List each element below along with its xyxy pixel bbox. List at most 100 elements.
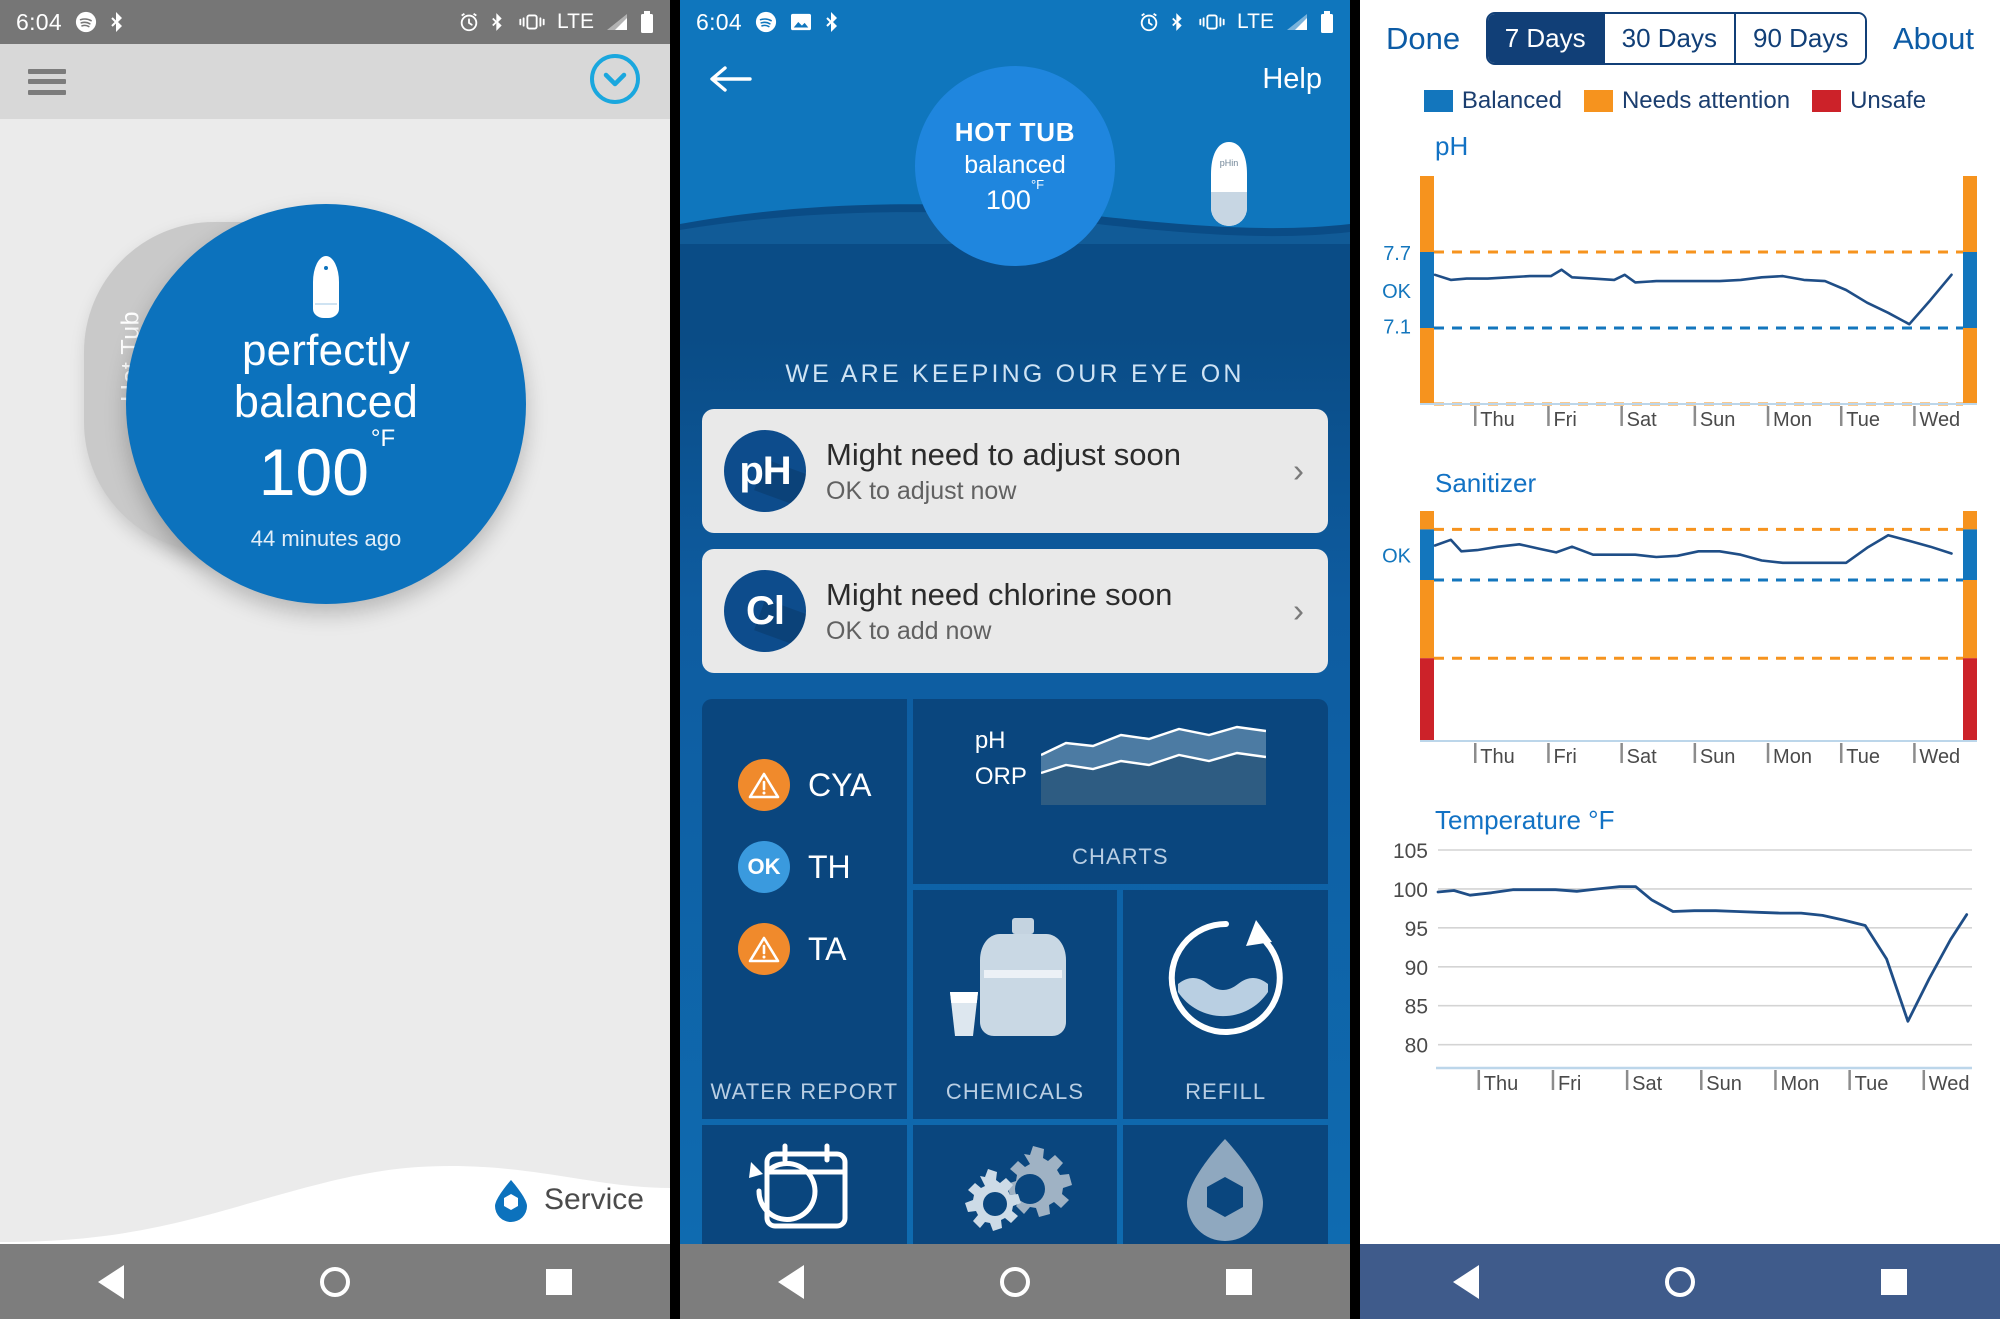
chevron-down-circle-icon[interactable] bbox=[588, 52, 642, 111]
back-triangle-icon[interactable] bbox=[98, 1264, 124, 1299]
status-bar-left: 6:04 bbox=[696, 9, 843, 36]
signal-icon bbox=[605, 12, 629, 32]
tile-grid: CYA OK TH TA WATER REPORT pH ORP CHARTS … bbox=[702, 699, 1328, 1265]
bubble-line-2: balanced bbox=[233, 376, 419, 428]
home-circle-icon[interactable] bbox=[1665, 1266, 1695, 1297]
warning-icon bbox=[738, 923, 790, 975]
status-time: 6:04 bbox=[16, 8, 62, 35]
charts-series-labels: pH ORP bbox=[975, 727, 1027, 791]
status-bar-left: 6:04 bbox=[16, 9, 128, 36]
svg-text:90: 90 bbox=[1405, 957, 1428, 980]
chevron-right-icon[interactable]: › bbox=[1293, 592, 1304, 630]
chart-title-sanitizer: Sanitizer bbox=[1435, 468, 1537, 498]
hamburger-icon[interactable] bbox=[28, 68, 66, 95]
tile-label-chemicals: CHEMICALS bbox=[945, 1079, 1085, 1104]
water-report-rows: CYA OK TH TA bbox=[702, 759, 907, 975]
hero-status-bubble[interactable]: HOT TUB balanced 100°F bbox=[915, 66, 1115, 266]
status-bar-right: LTE bbox=[458, 10, 654, 34]
chart-title-ph: pH bbox=[1435, 131, 1469, 161]
recents-square-icon[interactable] bbox=[1226, 1268, 1252, 1295]
alert-subtitle: OK to add now bbox=[826, 616, 992, 645]
android-navbar-panel2 bbox=[680, 1244, 1350, 1319]
water-report-row: TA bbox=[738, 923, 847, 975]
water-report-name: TA bbox=[808, 930, 847, 967]
status-bubble-group[interactable]: Hot Tub perfectly balanced 100°F 44 minu… bbox=[84, 204, 526, 624]
recents-square-icon[interactable] bbox=[1881, 1268, 1907, 1295]
water-report-row: CYA bbox=[738, 759, 871, 811]
tile-refill[interactable]: REFILL bbox=[1123, 890, 1328, 1119]
bubble-temp-value: 100 bbox=[258, 435, 369, 510]
svg-text:Mon: Mon bbox=[1773, 409, 1812, 431]
alert-text: Might need chlorine soon OK to add now bbox=[826, 577, 1172, 646]
svg-text:OK: OK bbox=[1382, 281, 1412, 303]
back-arrow-icon[interactable] bbox=[708, 62, 752, 96]
home-body: Hot Tub perfectly balanced 100°F 44 minu… bbox=[0, 119, 670, 1244]
chart-title-temperature: Temperature °F bbox=[1435, 805, 1615, 835]
svg-text:Fri: Fri bbox=[1553, 746, 1576, 768]
hero-title: HOT TUB bbox=[954, 116, 1076, 147]
svg-text:Thu: Thu bbox=[1480, 746, 1514, 768]
svg-text:100: 100 bbox=[1393, 879, 1428, 902]
tile-chemicals[interactable]: CHEMICALS bbox=[912, 890, 1118, 1119]
svg-text:7.7: 7.7 bbox=[1383, 243, 1411, 265]
svg-text:Sun: Sun bbox=[1706, 1073, 1742, 1095]
legend-item-balanced: Balanced bbox=[1423, 87, 1562, 115]
done-button[interactable]: Done bbox=[1386, 21, 1460, 57]
spotify-icon bbox=[75, 11, 97, 33]
bubble-temp-unit: °F bbox=[370, 425, 396, 453]
about-button[interactable]: About bbox=[1893, 21, 1974, 57]
recents-square-icon[interactable] bbox=[546, 1268, 572, 1295]
back-triangle-icon[interactable] bbox=[778, 1264, 804, 1299]
alert-text: Might need to adjust soon OK to adjust n… bbox=[826, 437, 1181, 506]
chevron-right-icon[interactable]: › bbox=[1293, 452, 1304, 490]
svg-text:Wed: Wed bbox=[1919, 409, 1960, 431]
status-time: 6:04 bbox=[696, 8, 742, 35]
chart-svg-ph: 7.7 OK 7.1 Thu Fri Sat Sun Mon Tue Wed bbox=[1382, 176, 1977, 431]
svg-text:Sat: Sat bbox=[1627, 409, 1657, 431]
warning-icon bbox=[738, 759, 790, 811]
area-chart-icon bbox=[1040, 725, 1266, 805]
svg-text:OK: OK bbox=[1382, 546, 1412, 568]
hero-temperature: 100°F bbox=[986, 177, 1044, 216]
svg-text:Tue: Tue bbox=[1846, 746, 1880, 768]
bluetooth-audio-icon bbox=[825, 10, 843, 34]
svg-text:95: 95 bbox=[1405, 918, 1428, 941]
range-tab-90days[interactable]: 90 Days bbox=[1734, 14, 1866, 63]
svg-text:Wed: Wed bbox=[1929, 1073, 1970, 1095]
range-segmented-control[interactable]: 7 Days 30 Days 90 Days bbox=[1485, 12, 1868, 65]
screenshot-stage: 6:04 LTE Hot Tub bbox=[0, 0, 2000, 1319]
tile-charts[interactable]: pH ORP CHARTS bbox=[912, 699, 1328, 884]
tile-label-charts: CHARTS bbox=[1072, 844, 1169, 869]
charts-thumb-group: pH ORP bbox=[975, 713, 1266, 805]
tile-water-report[interactable]: CYA OK TH TA WATER REPORT bbox=[702, 699, 907, 1119]
svg-text:Mon: Mon bbox=[1773, 746, 1812, 768]
alert-card-ph[interactable]: pH Might need to adjust soon OK to adjus… bbox=[702, 409, 1328, 533]
bubble-line-1: perfectly bbox=[241, 325, 411, 375]
svg-text:Sat: Sat bbox=[1632, 1073, 1662, 1095]
status-bar-panel1: 6:04 LTE bbox=[0, 0, 670, 44]
chart-ph: pH 7.7 OK 7.1 Thu Fri Sat Sun Mon Tue Wed bbox=[1360, 131, 2000, 452]
cl-badge-icon: Cl bbox=[724, 570, 806, 652]
panel-home: 6:04 LTE Hot Tub bbox=[0, 0, 670, 1319]
svg-text:Sun: Sun bbox=[1700, 746, 1736, 768]
range-tab-30days[interactable]: 30 Days bbox=[1602, 14, 1734, 63]
panel-dashboard: 6:04 LTE Help HOT TUB balanced 100°F pHi… bbox=[680, 0, 1350, 1319]
alert-card-chlorine[interactable]: Cl Might need chlorine soon OK to add no… bbox=[702, 549, 1328, 673]
charts-series-orp: ORP bbox=[974, 763, 1027, 790]
bluetooth-audio-icon bbox=[110, 10, 128, 34]
bluetooth-icon bbox=[491, 11, 507, 33]
status-bubble[interactable]: perfectly balanced 100°F 44 minutes ago bbox=[126, 204, 526, 604]
svg-text:Thu: Thu bbox=[1484, 1073, 1518, 1095]
svg-text:80: 80 bbox=[1405, 1035, 1428, 1058]
ok-badge-label: OK bbox=[747, 854, 781, 879]
back-triangle-icon[interactable] bbox=[1453, 1264, 1479, 1299]
panel-divider-1 bbox=[670, 0, 680, 1319]
float-sensor-icon: pHin bbox=[1203, 140, 1255, 230]
range-tab-7days[interactable]: 7 Days bbox=[1487, 14, 1603, 63]
help-link[interactable]: Help bbox=[1262, 63, 1322, 96]
status-bar-panel2: 6:04 LTE bbox=[680, 0, 1350, 44]
home-circle-icon[interactable] bbox=[1000, 1266, 1030, 1297]
home-circle-icon[interactable] bbox=[320, 1266, 350, 1297]
legend-label-needs-attention: Needs attention bbox=[1621, 87, 1791, 114]
service-button[interactable]: Service bbox=[490, 1178, 644, 1222]
